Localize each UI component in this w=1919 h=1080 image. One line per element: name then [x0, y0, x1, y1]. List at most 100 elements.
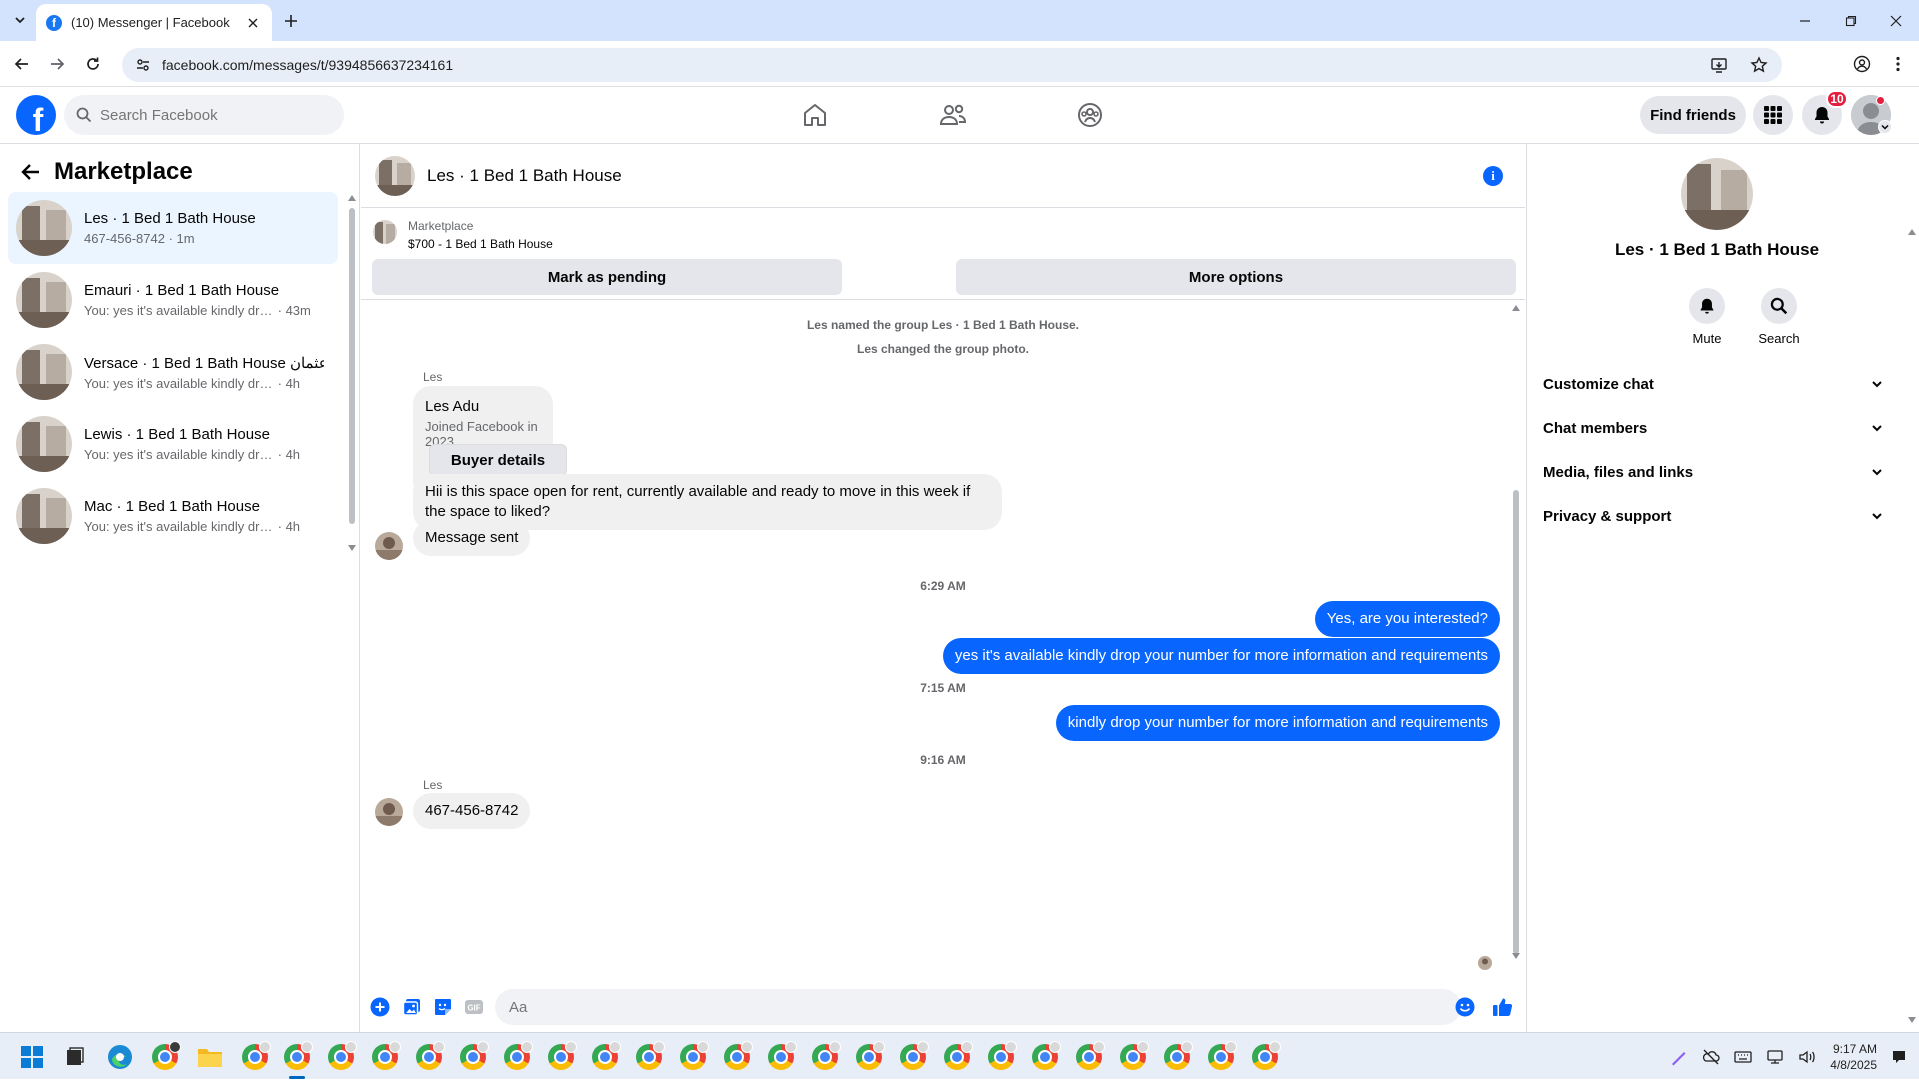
taskbar-chrome[interactable] — [810, 1041, 841, 1072]
pen-icon[interactable] — [1670, 1048, 1688, 1066]
sticker-button[interactable] — [431, 995, 455, 1019]
tab-search-button[interactable] — [7, 8, 33, 32]
clock[interactable]: 9:17 AM 4/8/2025 — [1830, 1041, 1877, 1073]
taskbar-chrome[interactable] — [942, 1041, 973, 1072]
outgoing-message[interactable]: kindly drop your number for more informa… — [1055, 705, 1500, 741]
taskbar-chrome[interactable] — [326, 1041, 357, 1072]
address-bar[interactable]: facebook.com/messages/t/9394856637234161 — [122, 48, 1782, 82]
taskbar-chrome[interactable] — [1162, 1041, 1193, 1072]
start-button[interactable] — [17, 1042, 47, 1072]
listing-title[interactable]: $700 - 1 Bed 1 Bath House — [408, 237, 553, 251]
taskbar-chrome[interactable] — [678, 1041, 709, 1072]
browser-tab[interactable]: f (10) Messenger | Facebook — [36, 4, 272, 41]
taskbar-chrome[interactable] — [898, 1041, 929, 1072]
browser-menu-button[interactable] — [1885, 51, 1911, 77]
taskbar-chrome[interactable] — [1074, 1041, 1105, 1072]
taskbar-chrome[interactable] — [240, 1041, 271, 1072]
home-nav[interactable] — [785, 95, 845, 135]
search-in-chat-action[interactable]: Search — [1749, 288, 1809, 346]
taskbar-chrome[interactable] — [546, 1041, 577, 1072]
taskbar-chrome[interactable] — [766, 1041, 797, 1072]
site-info-icon[interactable] — [136, 58, 150, 72]
sender-avatar[interactable] — [375, 798, 403, 826]
taskbar-chrome[interactable] — [458, 1041, 489, 1072]
keyboard-icon[interactable] — [1734, 1048, 1752, 1066]
scroll-up-icon[interactable] — [1908, 228, 1916, 236]
scroll-thumb[interactable] — [349, 208, 355, 524]
scroll-thumb[interactable] — [1513, 490, 1519, 954]
conversation-item[interactable]: Versace · 1 Bed 1 Bath House عثمان You: … — [8, 336, 338, 408]
customize-chat-row[interactable]: Customize chat — [1543, 362, 1891, 406]
facebook-search-input[interactable] — [100, 106, 320, 124]
minimize-button[interactable] — [1782, 8, 1828, 34]
emoji-button[interactable] — [1453, 995, 1477, 1019]
mute-action[interactable]: Mute — [1677, 288, 1737, 346]
media-files-links-row[interactable]: Media, files and links — [1543, 450, 1891, 494]
message-input[interactable] — [495, 989, 1461, 1025]
attach-photo-button[interactable] — [400, 995, 424, 1019]
friends-nav[interactable] — [923, 95, 983, 135]
incoming-message[interactable]: 467-456-8742 — [413, 793, 531, 829]
groups-nav[interactable] — [1060, 95, 1120, 135]
conversation-item[interactable]: Les · 1 Bed 1 Bath House 467-456-8742 · … — [8, 192, 338, 264]
chat-info-avatar[interactable] — [1681, 158, 1753, 230]
restore-button[interactable] — [1828, 8, 1874, 34]
onedrive-off-icon[interactable] — [1702, 1048, 1720, 1066]
scroll-down-icon[interactable] — [1512, 952, 1520, 960]
forward-button[interactable] — [44, 51, 70, 77]
network-icon[interactable] — [1766, 1048, 1784, 1066]
chat-members-row[interactable]: Chat members — [1543, 406, 1891, 450]
taskbar-chrome[interactable] — [1118, 1041, 1149, 1072]
install-app-icon[interactable] — [1710, 56, 1728, 74]
gif-button[interactable]: GIF — [462, 995, 486, 1019]
taskbar-chrome[interactable] — [722, 1041, 753, 1072]
scroll-up-icon[interactable] — [1512, 304, 1520, 312]
back-button[interactable] — [9, 51, 35, 77]
edge-browser-button[interactable] — [105, 1042, 135, 1072]
privacy-support-row[interactable]: Privacy & support — [1543, 494, 1891, 538]
outgoing-message[interactable]: yes it's available kindly drop your numb… — [942, 638, 1500, 674]
chat-title[interactable]: Les · 1 Bed 1 Bath House — [427, 166, 622, 186]
sidebar-scrollbar[interactable] — [348, 194, 356, 554]
taskbar-chrome[interactable] — [634, 1041, 665, 1072]
sender-avatar[interactable] — [375, 532, 403, 560]
menu-button[interactable] — [1753, 95, 1793, 135]
taskbar-chrome[interactable] — [502, 1041, 533, 1072]
like-button[interactable] — [1491, 995, 1515, 1019]
taskbar-chrome[interactable] — [590, 1041, 621, 1072]
facebook-search-box[interactable] — [64, 95, 344, 135]
new-tab-button[interactable] — [280, 10, 302, 32]
taskbar-chrome[interactable] — [986, 1041, 1017, 1072]
taskbar-chrome[interactable] — [282, 1041, 313, 1072]
profile-button[interactable] — [1849, 51, 1875, 77]
buyer-details-button[interactable]: Buyer details — [429, 444, 567, 476]
more-options-button[interactable]: More options — [956, 259, 1516, 295]
page-scrollbar[interactable] — [1907, 229, 1917, 1024]
chat-avatar[interactable] — [375, 155, 415, 196]
outgoing-message[interactable]: Yes, are you interested? — [1314, 601, 1500, 637]
info-icon[interactable]: i — [1483, 166, 1503, 186]
task-view-button[interactable] — [60, 1042, 90, 1072]
taskbar-chrome[interactable] — [1206, 1041, 1237, 1072]
taskbar-chrome[interactable] — [150, 1041, 181, 1072]
conversation-item[interactable]: Emauri · 1 Bed 1 Bath House You: yes it'… — [8, 264, 338, 336]
incoming-message[interactable]: Message sent — [413, 520, 531, 556]
scroll-up-icon[interactable] — [348, 194, 356, 202]
back-arrow-icon[interactable] — [20, 163, 40, 181]
close-tab-icon[interactable] — [244, 14, 262, 32]
close-window-button[interactable] — [1873, 8, 1919, 34]
file-explorer-button[interactable] — [195, 1042, 225, 1072]
mark-as-pending-button[interactable]: Mark as pending — [372, 259, 842, 295]
taskbar-chrome[interactable] — [414, 1041, 445, 1072]
scroll-down-icon[interactable] — [348, 544, 356, 552]
facebook-logo[interactable]: f — [16, 95, 56, 135]
find-friends-button[interactable]: Find friends — [1640, 96, 1746, 134]
chat-scrollbar[interactable] — [1511, 304, 1521, 964]
bookmark-star-icon[interactable] — [1750, 56, 1768, 74]
taskbar-chrome[interactable] — [370, 1041, 401, 1072]
account-chevron-icon[interactable] — [1878, 120, 1892, 134]
scroll-down-icon[interactable] — [1908, 1016, 1916, 1024]
conversation-item[interactable]: Mac · 1 Bed 1 Bath House You: yes it's a… — [8, 480, 338, 552]
reload-button[interactable] — [80, 51, 106, 77]
more-actions-button[interactable] — [368, 995, 392, 1019]
